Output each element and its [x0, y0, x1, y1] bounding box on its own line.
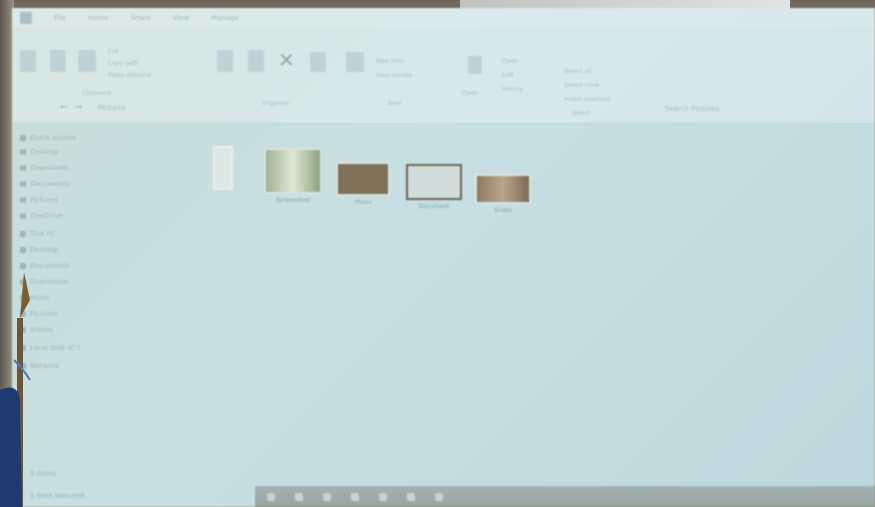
delete-icon[interactable]: ✕ — [278, 50, 295, 70]
nav-quick-access[interactable]: Quick access — [20, 134, 76, 142]
ribbon-tabs: File Home Share View Manage — [12, 8, 875, 28]
ribbon-easy-access[interactable]: Easy access — [376, 72, 412, 79]
file-label: Photo — [354, 199, 372, 206]
move-to-icon[interactable] — [217, 50, 233, 72]
ribbon-cut[interactable]: Cut — [108, 48, 118, 55]
start-icon[interactable] — [267, 492, 275, 501]
nav-pictures[interactable]: Pictures — [20, 196, 58, 204]
flag-finial — [20, 272, 30, 318]
file-item[interactable] — [208, 146, 238, 190]
tab-view[interactable]: View — [173, 14, 190, 22]
star-icon — [20, 135, 26, 141]
cloud-icon — [20, 213, 26, 219]
ribbon-new-item[interactable]: New item — [376, 58, 405, 65]
task-view-icon[interactable] — [323, 492, 331, 501]
forward-arrow-icon[interactable]: → — [74, 102, 82, 113]
file-label: Document — [418, 203, 450, 210]
nav-this-pc[interactable]: This PC — [20, 230, 56, 238]
file-explorer-icon — [20, 12, 32, 24]
ribbon-edit[interactable]: Edit — [502, 72, 514, 79]
file-item[interactable]: Slides — [474, 174, 532, 215]
pin-icon[interactable] — [20, 50, 36, 72]
nav-documents[interactable]: Documents — [20, 180, 70, 188]
projected-screen: File Home Share View Manage Cut Copy pat… — [12, 8, 875, 507]
copy-icon[interactable] — [50, 50, 66, 72]
paste-icon[interactable] — [78, 50, 96, 72]
computer-icon — [20, 231, 26, 237]
nav-label: This PC — [30, 230, 56, 238]
file-label: Slides — [494, 207, 512, 214]
copy-to-icon[interactable] — [248, 50, 264, 72]
nav-label: OneDrive — [30, 212, 63, 220]
ribbon-select-none[interactable]: Select none — [564, 82, 599, 89]
nav-onedrive[interactable]: OneDrive — [20, 212, 63, 220]
address-bar: ← → Pictures Search Pictures — [12, 100, 875, 120]
nav-label: Pictures — [30, 196, 58, 204]
nav-label: Desktop — [30, 148, 59, 156]
group-open: Open — [462, 90, 479, 97]
nav-desktop-2[interactable]: Desktop — [20, 246, 59, 254]
ribbon-paste-shortcut[interactable]: Paste shortcut — [108, 72, 151, 79]
file-item[interactable]: Screenshot — [262, 148, 324, 205]
download-icon — [20, 165, 26, 171]
nav-label: Downloads — [30, 164, 69, 172]
nav-label: Documents — [30, 180, 70, 188]
ribbon-select-all[interactable]: Select all — [564, 68, 591, 75]
taskbar — [255, 486, 875, 507]
picture-icon — [20, 197, 26, 203]
tab-home[interactable]: Home — [88, 14, 109, 22]
image-thumb — [336, 162, 390, 196]
document-icon — [20, 181, 26, 187]
file-icon — [213, 146, 233, 190]
ribbon-history[interactable]: History — [502, 86, 523, 93]
desktop-icon — [20, 247, 26, 253]
tab-file[interactable]: File — [54, 14, 66, 22]
image-thumb — [264, 148, 322, 194]
tab-manage[interactable]: Manage — [211, 14, 239, 22]
ribbon-open[interactable]: Open — [502, 58, 518, 65]
nav-downloads[interactable]: Downloads — [20, 164, 68, 172]
document-icon — [20, 263, 26, 269]
flag-pole — [0, 272, 31, 507]
properties-icon[interactable] — [468, 56, 482, 74]
desktop-icon — [20, 149, 26, 155]
file-item[interactable]: Photo — [334, 162, 392, 207]
nav-documents-2[interactable]: Documents — [20, 262, 70, 270]
back-arrow-icon[interactable]: ← — [60, 102, 68, 113]
mail-icon[interactable] — [435, 492, 443, 501]
search-icon[interactable] — [295, 492, 303, 501]
rename-icon[interactable] — [310, 52, 326, 72]
flag-cloth — [0, 387, 22, 507]
breadcrumb[interactable]: Pictures — [98, 104, 126, 112]
file-label: Screenshot — [276, 197, 310, 204]
new-folder-icon[interactable] — [346, 52, 364, 72]
image-thumb — [406, 164, 462, 200]
file-item[interactable]: Document — [404, 164, 464, 211]
explorer-icon[interactable] — [379, 492, 387, 501]
search-input[interactable]: Search Pictures — [661, 102, 785, 116]
group-clipboard: Clipboard — [82, 90, 111, 97]
nav-label: Desktop — [30, 246, 59, 254]
ribbon-copy-path[interactable]: Copy path — [108, 60, 139, 67]
nav-label: Quick access — [30, 134, 76, 142]
image-thumb — [475, 174, 531, 204]
tab-share[interactable]: Share — [130, 14, 150, 22]
nav-desktop[interactable]: Desktop — [20, 148, 59, 156]
store-icon[interactable] — [407, 492, 415, 501]
nav-label: Documents — [30, 262, 70, 270]
edge-icon[interactable] — [351, 492, 359, 501]
